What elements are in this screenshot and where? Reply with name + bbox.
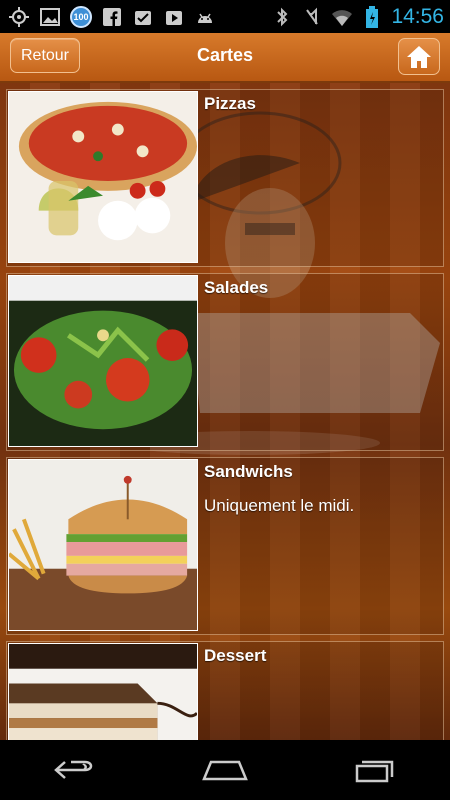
menu-content: Pizzas Salades Sandwichs Uniquement le m…: [0, 83, 450, 740]
home-button[interactable]: [398, 38, 440, 75]
dessert-image: [8, 643, 198, 740]
menu-item-pizzas[interactable]: Pizzas: [6, 89, 444, 267]
home-nav-icon: [202, 760, 248, 781]
status-bar: 100 14:56: [0, 0, 450, 33]
home-icon: [407, 45, 431, 68]
navigation-bar: [0, 740, 450, 800]
android-icon: [194, 7, 216, 27]
facebook-icon: [101, 7, 123, 27]
wifi-icon: [331, 7, 353, 27]
pizza-image: [8, 91, 198, 263]
page-title: Cartes: [196, 45, 254, 65]
menu-item-title: Sandwichs: [204, 462, 293, 481]
menu-item-title: Dessert: [204, 646, 267, 665]
clock: 14:56: [391, 4, 444, 28]
salad-image: [8, 275, 198, 447]
image-icon: [39, 7, 61, 27]
nav-back-button[interactable]: [40, 750, 110, 790]
nav-recent-apps-button[interactable]: [340, 750, 410, 790]
mute-icon: [301, 7, 323, 27]
menu-item-salades[interactable]: Salades: [6, 273, 444, 451]
menu-item-dessert[interactable]: Dessert: [6, 641, 444, 740]
play-store-icon: [163, 7, 185, 27]
bluetooth-icon: [271, 7, 293, 27]
recent-apps-icon: [355, 760, 394, 783]
checkbox-icon: [132, 7, 154, 27]
gps-icon: [8, 6, 30, 27]
menu-item-title: Salades: [204, 278, 269, 297]
nav-home-button[interactable]: [190, 750, 260, 790]
menu-list: Pizzas Salades Sandwichs Uniquement le m…: [6, 89, 444, 740]
menu-item-sandwichs[interactable]: Sandwichs Uniquement le midi.: [6, 457, 444, 635]
action-bar: Retour Cartes: [0, 33, 450, 83]
badge-100-icon: 100: [70, 5, 92, 28]
menu-item-title: Pizzas: [204, 94, 256, 113]
menu-item-description: Uniquement le midi.: [204, 496, 355, 515]
sandwich-image: [8, 459, 198, 631]
battery-icon: [361, 5, 383, 28]
back-icon: [54, 760, 93, 779]
